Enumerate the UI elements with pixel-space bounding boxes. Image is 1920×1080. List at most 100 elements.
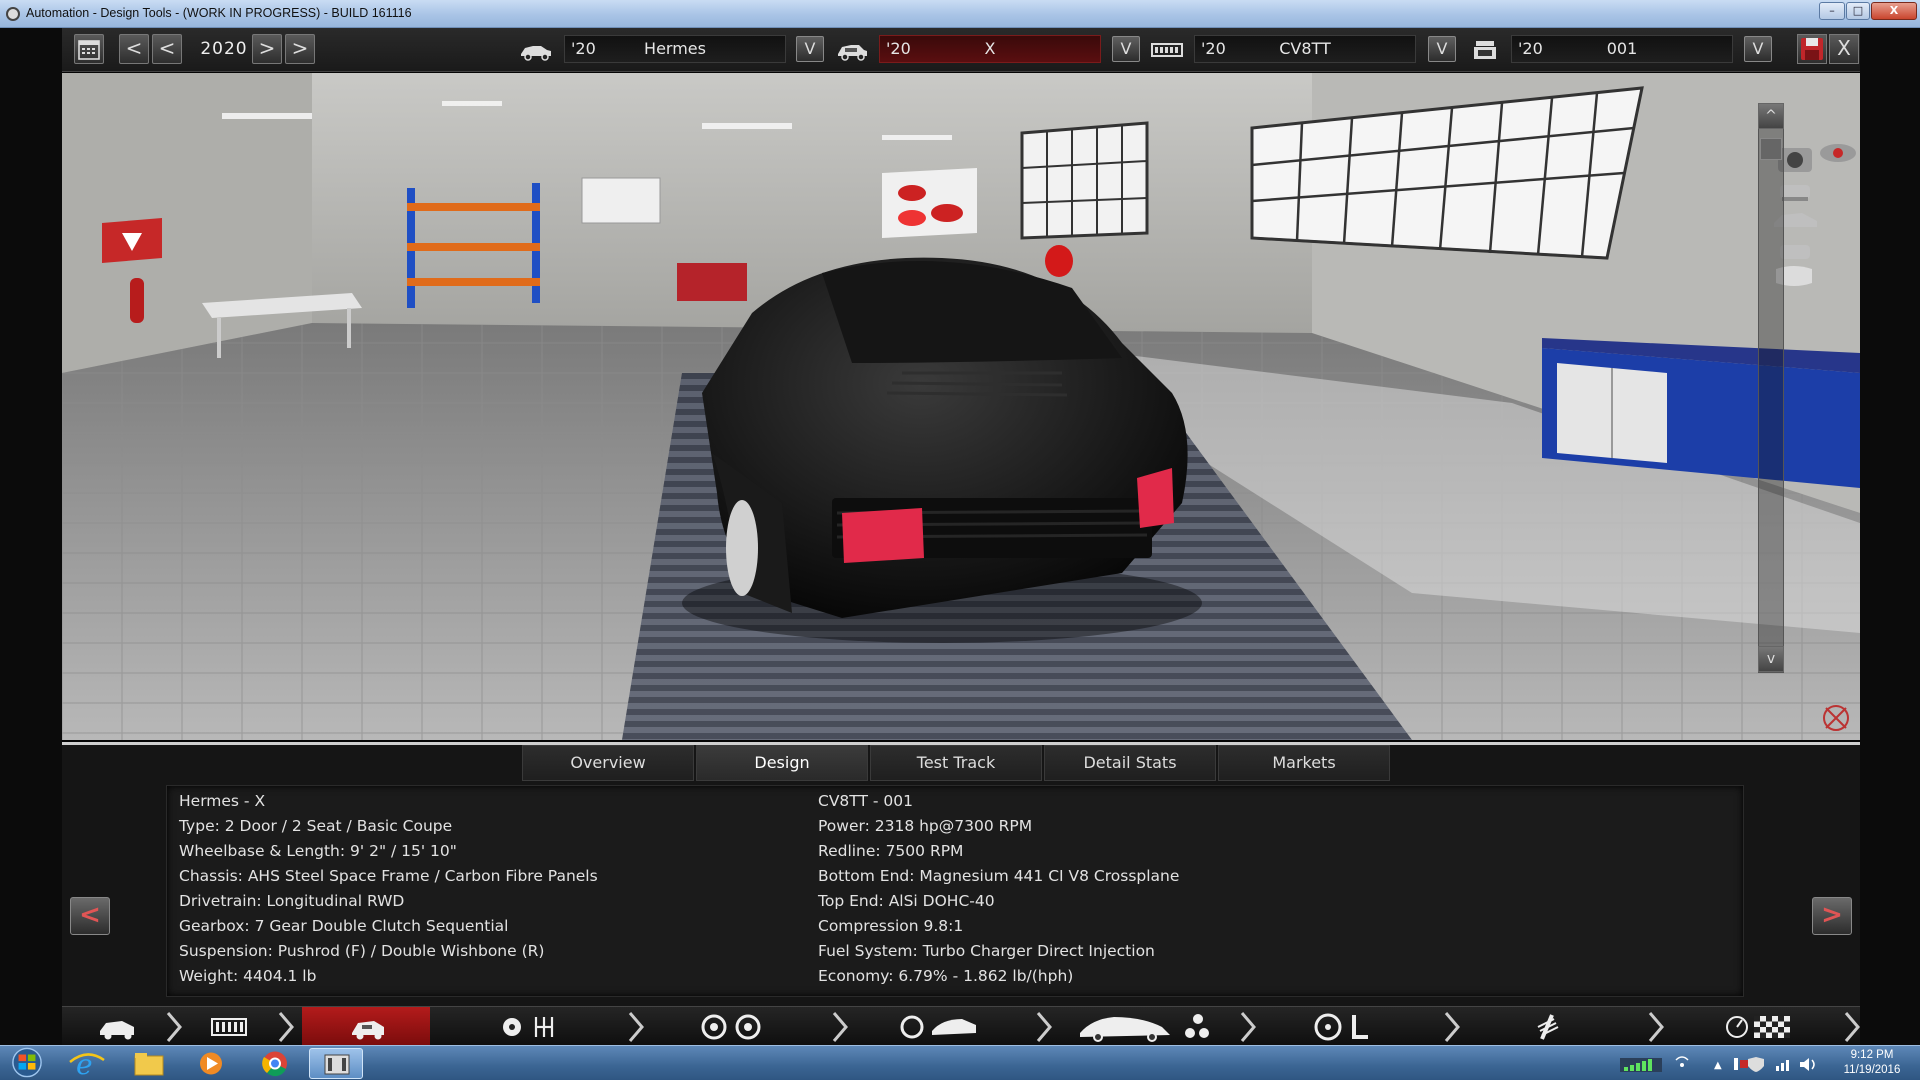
- action-center-icon[interactable]: [1734, 1058, 1748, 1070]
- network-signal-icon[interactable]: [1620, 1058, 1662, 1072]
- car-gearbox: Gearbox: 7 Gear Double Clutch Sequential: [179, 917, 509, 935]
- engine-top-end: Top End: AlSi DOHC-40: [818, 892, 995, 910]
- car-suspension: Suspension: Pushrod (F) / Double Wishbon…: [179, 942, 545, 960]
- view-scrollbar[interactable]: [1758, 103, 1784, 673]
- car-side-icon: [521, 46, 551, 61]
- suspension-icon[interactable]: [1537, 1014, 1559, 1040]
- engine-name: CV8TT: [1279, 39, 1331, 58]
- year-next-button[interactable]: >: [252, 34, 282, 64]
- clock-date: 11/19/2016: [1843, 1064, 1901, 1076]
- workflow-arrow: [1648, 1012, 1664, 1042]
- info-panel: Overview Design Test Track Detail Stats …: [62, 742, 1860, 1007]
- calendar-icon: [78, 40, 100, 60]
- automation-app-icon: [324, 1054, 350, 1075]
- trim-selector[interactable]: '20 X: [879, 35, 1101, 63]
- model-name: Hermes: [644, 39, 706, 58]
- garage-scene: [62, 73, 1860, 740]
- start-orb-icon[interactable]: [2, 1047, 52, 1078]
- wireless-icon[interactable]: [1675, 1056, 1689, 1067]
- engine-compression: Compression 9.8:1: [818, 917, 964, 935]
- design-poster: [882, 168, 977, 238]
- workflow-bar: [62, 1006, 1860, 1046]
- tray-expand-icon[interactable]: ▲: [1714, 1060, 1722, 1071]
- car-weight: Weight: 4404.1 lb: [179, 967, 317, 985]
- scroll-up-button[interactable]: ^: [1758, 103, 1784, 129]
- engine-block-icon: [1151, 43, 1183, 57]
- signal-bars-icon[interactable]: [1776, 1060, 1789, 1071]
- gearbox-icon[interactable]: [503, 1017, 554, 1037]
- tab-detail-stats[interactable]: Detail Stats: [1044, 745, 1216, 781]
- workflow-arrow: [1240, 1012, 1256, 1042]
- variant-dropdown-button[interactable]: V: [1744, 36, 1772, 62]
- left-border: [0, 28, 62, 1045]
- volume-icon[interactable]: [1800, 1058, 1815, 1071]
- previous-page-button[interactable]: <: [70, 897, 110, 935]
- engine-power: Power: 2318 hp@7300 RPM: [818, 817, 1033, 835]
- chrome-icon[interactable]: [250, 1048, 300, 1079]
- car-fixtures-icon[interactable]: [1080, 1014, 1209, 1042]
- workflow-arrow: [1444, 1012, 1460, 1042]
- year-next-far-button[interactable]: >: [285, 34, 315, 64]
- media-player-icon[interactable]: [186, 1048, 236, 1079]
- body-aero-icon[interactable]: [900, 1015, 976, 1039]
- year-prev-far-button[interactable]: <: [119, 34, 149, 64]
- window-close-button[interactable]: X: [1871, 2, 1917, 20]
- engine-dropdown-button[interactable]: V: [1428, 36, 1456, 62]
- workflow-arrow: [1036, 1012, 1052, 1042]
- engine-variant-icon: [1474, 41, 1496, 59]
- tab-markets[interactable]: Markets: [1218, 745, 1390, 781]
- svg-text:e: e: [76, 1048, 93, 1079]
- system-tray: ▲: [1620, 1056, 1815, 1072]
- minimize-button[interactable]: –: [1819, 2, 1845, 20]
- workflow-arrow: [166, 1012, 182, 1042]
- engine-selector[interactable]: '20 CV8TT: [1194, 35, 1416, 63]
- maximize-button[interactable]: □: [1846, 2, 1870, 20]
- engine-fuel-system: Fuel System: Turbo Charger Direct Inject…: [818, 942, 1155, 960]
- engine-icon[interactable]: [211, 1018, 247, 1036]
- top-toolbar: < < 2020 > > '20 Hermes V '20 X V '20 CV…: [62, 28, 1860, 72]
- next-page-button[interactable]: >: [1812, 897, 1852, 935]
- scroll-thumb[interactable]: [1760, 138, 1782, 160]
- car-rear-view-icon[interactable]: [1780, 245, 1810, 259]
- window-titlebar: Automation - Design Tools - (WORK IN PRO…: [0, 0, 1920, 28]
- engine-name-stat: CV8TT - 001: [818, 792, 913, 810]
- tab-test-track[interactable]: Test Track: [870, 745, 1042, 781]
- wheels-icon[interactable]: [701, 1014, 761, 1040]
- model-selector[interactable]: '20 Hermes: [564, 35, 786, 63]
- test-track-icon[interactable]: [1726, 1016, 1790, 1038]
- trim-dropdown-button[interactable]: V: [1112, 36, 1140, 62]
- car-front-view-icon[interactable]: [1780, 185, 1810, 201]
- scroll-down-button[interactable]: v: [1758, 646, 1784, 672]
- car-viewport[interactable]: [62, 73, 1860, 740]
- year-display: 2020: [200, 39, 248, 59]
- engine-bottom-end: Bottom End: Magnesium 441 CI V8 Crosspla…: [818, 867, 1180, 885]
- os-taskbar: e ▲ 9:12 PM 11/19/2016: [0, 1045, 1920, 1080]
- car-type: Type: 2 Door / 2 Seat / Basic Coupe: [179, 817, 453, 835]
- window-title: Automation - Design Tools - (WORK IN PRO…: [26, 6, 412, 20]
- save-button[interactable]: [1797, 34, 1827, 64]
- tab-overview[interactable]: Overview: [522, 745, 694, 781]
- close-designer-button[interactable]: X: [1829, 34, 1859, 64]
- engine-redline: Redline: 7500 RPM: [818, 842, 964, 860]
- variant-selector[interactable]: '20 001: [1511, 35, 1733, 63]
- right-border: [1860, 28, 1920, 1045]
- interior-icon[interactable]: [1314, 1013, 1368, 1041]
- car-model-icon[interactable]: [100, 1021, 134, 1040]
- security-icon[interactable]: [1748, 1057, 1764, 1072]
- car-drivetrain: Drivetrain: Longitudinal RWD: [179, 892, 405, 910]
- year-prev-button[interactable]: <: [152, 34, 182, 64]
- game-window: < < 2020 > > '20 Hermes V '20 X V '20 CV…: [0, 28, 1920, 1046]
- workflow-arrow: [832, 1012, 848, 1042]
- automation-app-taskbar-button[interactable]: [309, 1048, 363, 1079]
- file-explorer-icon[interactable]: [124, 1048, 174, 1079]
- tab-design[interactable]: Design: [696, 745, 868, 781]
- visibility-icon[interactable]: [1820, 144, 1856, 162]
- trim-name: X: [984, 39, 996, 58]
- system-clock[interactable]: 9:12 PM 11/19/2016: [1832, 1048, 1912, 1078]
- model-dropdown-button[interactable]: V: [796, 36, 824, 62]
- internet-explorer-icon[interactable]: e: [62, 1048, 112, 1079]
- car-chassis: Chassis: AHS Steel Space Frame / Carbon …: [179, 867, 598, 885]
- workflow-arrow: [628, 1012, 644, 1042]
- calendar-button[interactable]: [74, 34, 104, 64]
- workflow-arrow: [278, 1012, 294, 1042]
